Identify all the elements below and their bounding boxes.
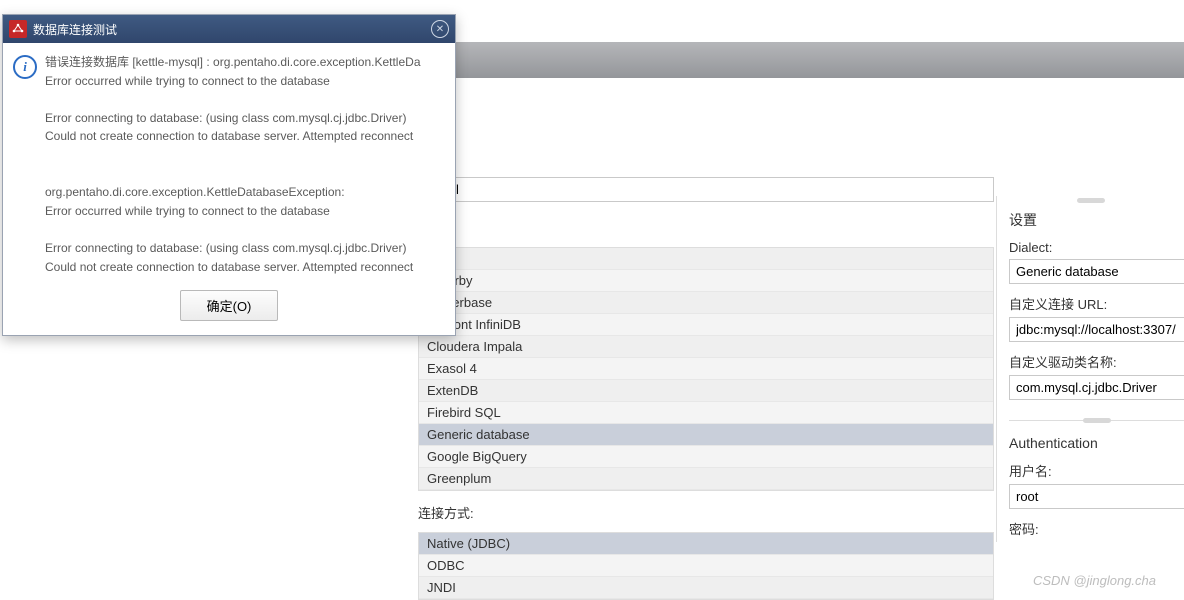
- db-type-option[interactable]: Calpont InfiniDB: [419, 314, 993, 336]
- connection-type-panel: 尔: 型: 0e Derbyd InterbaseCalpont InfiniD…: [418, 148, 994, 600]
- auth-title: Authentication: [1009, 435, 1184, 451]
- dialog-title: 数据库连接测试: [33, 21, 431, 38]
- panel-grip-icon[interactable]: [1077, 198, 1105, 203]
- info-icon: i: [13, 55, 37, 79]
- dialect-label: Dialect:: [1009, 240, 1184, 255]
- pentaho-logo-icon: [9, 20, 27, 38]
- auth-section: Authentication 用户名: 密码:: [1009, 420, 1184, 538]
- dialog-footer: 确定(O): [3, 282, 455, 335]
- db-type-option[interactable]: ExtenDB: [419, 380, 993, 402]
- connection-name-label: 尔:: [418, 148, 994, 177]
- username-label: 用户名:: [1009, 461, 1184, 480]
- watermark-text: CSDN @jinglong.cha: [1033, 573, 1156, 588]
- ok-button[interactable]: 确定(O): [180, 290, 279, 321]
- dialect-input[interactable]: [1009, 259, 1184, 284]
- panel-grip-icon[interactable]: [1083, 418, 1111, 423]
- driver-class-input[interactable]: [1009, 375, 1184, 400]
- db-type-option[interactable]: Exasol 4: [419, 358, 993, 380]
- access-type-option[interactable]: Native (JDBC): [419, 533, 993, 555]
- db-connection-test-dialog: 数据库连接测试 i 错误连接数据库 [kettle-mysql] : org.p…: [2, 14, 456, 336]
- db-type-option[interactable]: Generic database: [419, 424, 993, 446]
- connection-type-label: 型:: [418, 212, 994, 241]
- db-type-option[interactable]: Firebird SQL: [419, 402, 993, 424]
- settings-title: 设置: [1009, 210, 1184, 230]
- background-header-strip: [420, 42, 1184, 78]
- password-label: 密码:: [1009, 519, 1184, 538]
- db-type-option[interactable]: e Derby: [419, 270, 993, 292]
- db-type-option[interactable]: d Interbase: [419, 292, 993, 314]
- connection-name-input[interactable]: [418, 177, 994, 202]
- settings-panel: 设置 Dialect: 自定义连接 URL: 自定义驱动类名称: Authent…: [996, 196, 1184, 542]
- access-method-label: 连接方式:: [418, 499, 994, 526]
- driver-class-label: 自定义驱动类名称:: [1009, 352, 1184, 371]
- dialog-body: i 错误连接数据库 [kettle-mysql] : org.pentaho.d…: [3, 43, 455, 282]
- custom-url-input[interactable]: [1009, 317, 1184, 342]
- custom-url-label: 自定义连接 URL:: [1009, 294, 1184, 313]
- close-icon[interactable]: [431, 20, 449, 38]
- db-type-option[interactable]: Google BigQuery: [419, 446, 993, 468]
- db-type-option[interactable]: 0: [419, 248, 993, 270]
- dialog-titlebar[interactable]: 数据库连接测试: [3, 15, 455, 43]
- db-type-option[interactable]: Cloudera Impala: [419, 336, 993, 358]
- access-type-option[interactable]: ODBC: [419, 555, 993, 577]
- dialog-message: 错误连接数据库 [kettle-mysql] : org.pentaho.di.…: [45, 53, 421, 276]
- username-input[interactable]: [1009, 484, 1184, 509]
- access-method-listbox[interactable]: Native (JDBC)ODBCJNDI: [418, 532, 994, 600]
- access-type-option[interactable]: JNDI: [419, 577, 993, 599]
- db-type-option[interactable]: Greenplum: [419, 468, 993, 490]
- database-type-listbox[interactable]: 0e Derbyd InterbaseCalpont InfiniDBCloud…: [418, 247, 994, 491]
